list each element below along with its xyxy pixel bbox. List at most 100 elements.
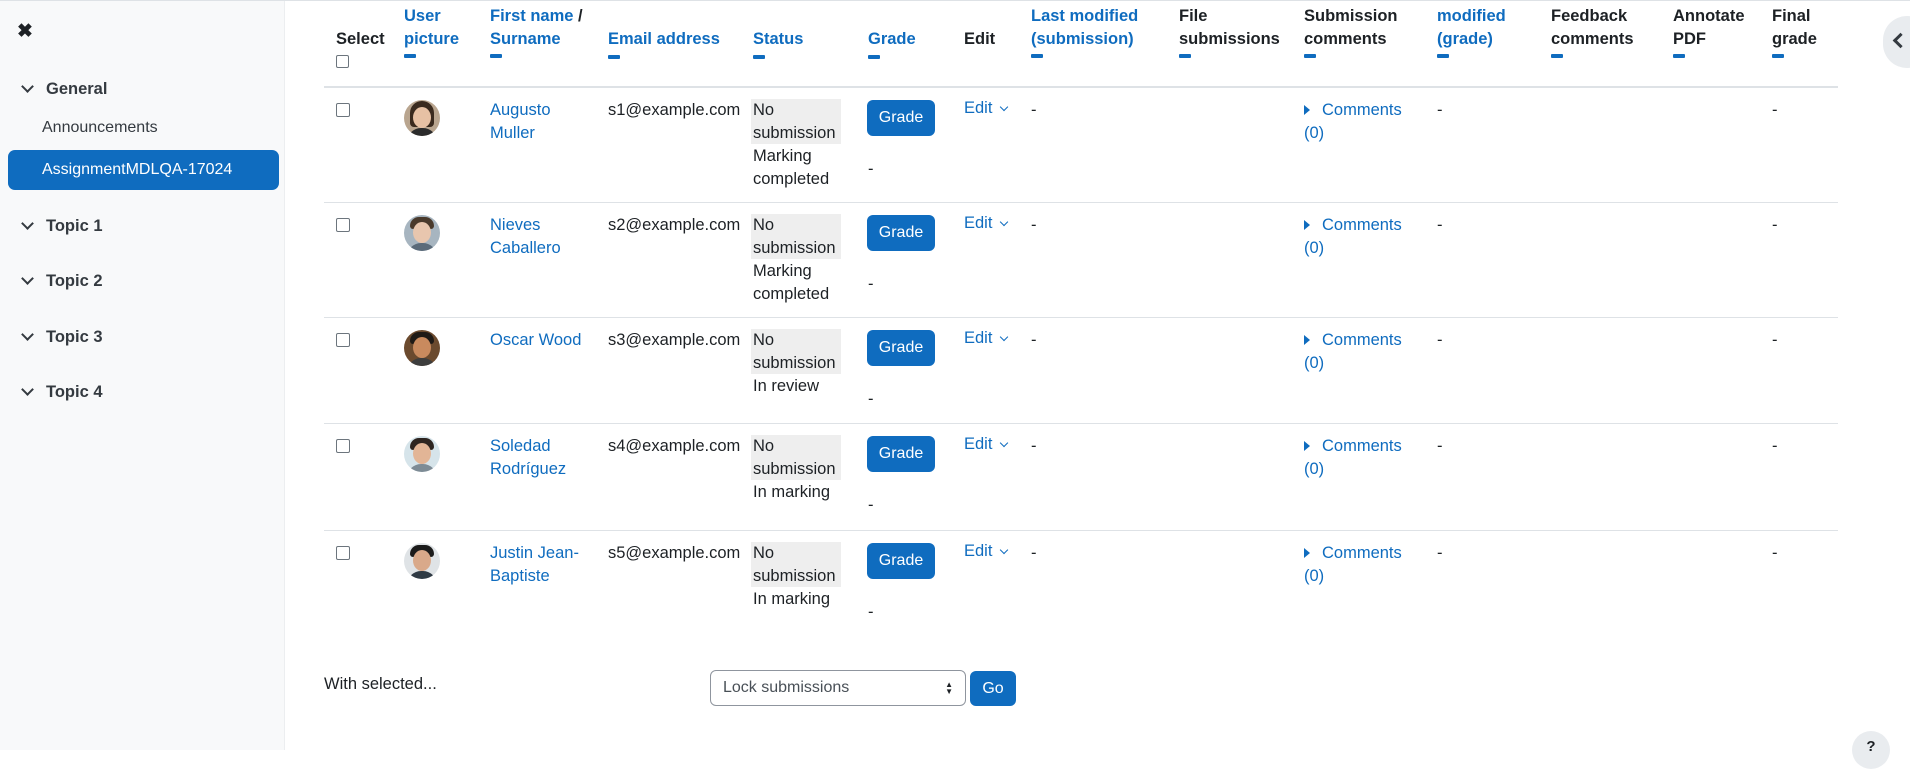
modified-grade-value: - [1437, 216, 1443, 234]
chevron-down-icon [1000, 438, 1009, 447]
row-select-checkbox[interactable] [336, 546, 350, 560]
edit-dropdown[interactable]: Edit [964, 542, 1009, 561]
header-name: First name / Surname [490, 5, 583, 58]
select-arrows-icon: ▲ ▼ [945, 680, 953, 696]
section-label: Topic 4 [46, 382, 103, 401]
section-topic-4[interactable]: Topic 4 [20, 380, 103, 404]
grade-button[interactable]: Grade [867, 543, 935, 579]
section-label: Topic 1 [46, 216, 103, 235]
submission-status-badge: No submission [751, 214, 841, 259]
section-label: Topic 2 [46, 271, 103, 290]
user-name-link[interactable]: Soledad Rodríguez [490, 435, 566, 480]
user-avatar[interactable] [404, 215, 440, 251]
header-email[interactable]: Email address [608, 28, 720, 59]
row-divider [324, 317, 1838, 318]
caret-right-icon [1304, 548, 1310, 558]
header-select: Select [336, 28, 385, 68]
final-grade-value: - [1772, 331, 1778, 349]
drawer-link-announcements[interactable]: Announcements [42, 119, 158, 137]
comments-toggle[interactable]: Comments (0) [1304, 542, 1402, 587]
help-button[interactable]: ? [1852, 731, 1890, 769]
sort-icon [608, 54, 620, 59]
final-grade-value: - [1772, 437, 1778, 455]
email-cell: s2@example.com [608, 216, 741, 234]
row-select-checkbox[interactable] [336, 103, 350, 117]
sort-surname-link[interactable]: Surname [490, 28, 583, 51]
user-avatar[interactable] [404, 436, 440, 472]
comments-toggle[interactable]: Comments (0) [1304, 435, 1402, 480]
modified-grade-value: - [1437, 544, 1443, 562]
sort-icon [1437, 54, 1449, 58]
row-select-checkbox[interactable] [336, 439, 350, 453]
header-modified-grade[interactable]: modified (grade) [1437, 5, 1506, 58]
chevron-down-icon [21, 80, 34, 93]
grade-value: - [868, 603, 874, 621]
course-index-drawer: ✖ General Announcements AssignmentMDLQA-… [0, 0, 285, 750]
header-annotate-pdf: Annotate PDF [1673, 5, 1745, 58]
section-general[interactable]: General [20, 77, 107, 101]
grade-value: - [868, 496, 874, 514]
select-all-checkbox[interactable] [336, 54, 349, 68]
grade-button[interactable]: Grade [867, 100, 935, 136]
sort-icon[interactable] [1179, 54, 1191, 58]
user-name-link[interactable]: Justin Jean- Baptiste [490, 542, 579, 587]
grading-status: In marking [753, 590, 831, 608]
edit-dropdown[interactable]: Edit [964, 435, 1009, 454]
sort-icon[interactable] [1673, 54, 1685, 58]
open-block-drawer-button[interactable] [1883, 16, 1910, 68]
last-modified-value: - [1031, 544, 1037, 562]
header-user-picture[interactable]: User picture [404, 5, 459, 58]
section-topic-3[interactable]: Topic 3 [20, 325, 103, 349]
grade-value: - [868, 160, 874, 178]
grade-button[interactable]: Grade [867, 215, 935, 251]
chevron-down-icon [1000, 332, 1009, 341]
chevron-down-icon [21, 383, 34, 396]
header-feedback-comments: Feedback comments [1551, 5, 1634, 58]
sort-icon[interactable] [1551, 54, 1563, 58]
submission-status-badge: No submission [751, 435, 841, 480]
user-avatar[interactable] [404, 100, 440, 136]
user-name-link[interactable]: Nieves Caballero [490, 214, 561, 259]
header-grade[interactable]: Grade [868, 28, 916, 59]
comments-toggle[interactable]: Comments (0) [1304, 214, 1402, 259]
drawer-link-assignment[interactable]: AssignmentMDLQA-17024 [8, 150, 279, 190]
modified-grade-value: - [1437, 101, 1443, 119]
section-topic-2[interactable]: Topic 2 [20, 269, 103, 293]
user-name-link[interactable]: Augusto Muller [490, 99, 551, 144]
close-drawer-icon[interactable]: ✖ [17, 20, 37, 44]
caret-right-icon [1304, 220, 1310, 230]
row-select-checkbox[interactable] [336, 333, 350, 347]
bulk-action-select[interactable]: Lock submissions ▲ ▼ [710, 670, 966, 706]
grade-button[interactable]: Grade [867, 330, 935, 366]
chevron-left-icon [1892, 32, 1909, 49]
comments-toggle[interactable]: Comments (0) [1304, 99, 1402, 144]
header-divider [324, 86, 1838, 88]
user-avatar[interactable] [404, 330, 440, 366]
comments-toggle[interactable]: Comments (0) [1304, 329, 1402, 374]
section-topic-1[interactable]: Topic 1 [20, 214, 103, 238]
last-modified-value: - [1031, 101, 1037, 119]
sort-icon [1031, 54, 1043, 58]
header-file-submissions: File submissions [1179, 5, 1280, 58]
submission-status-badge: No submission [751, 542, 841, 587]
email-cell: s3@example.com [608, 331, 741, 349]
grading-status: In marking [753, 483, 831, 501]
final-grade-value: - [1772, 544, 1778, 562]
sort-icon[interactable] [1772, 54, 1784, 58]
grade-button[interactable]: Grade [867, 436, 935, 472]
chevron-down-icon [1000, 217, 1009, 226]
sort-firstname-link[interactable]: First name [490, 7, 573, 25]
header-last-modified[interactable]: Last modified (submission) [1031, 5, 1138, 58]
final-grade-value: - [1772, 101, 1778, 119]
user-avatar[interactable] [404, 543, 440, 579]
user-name-link[interactable]: Oscar Wood [490, 329, 581, 352]
submission-status-badge: No submission [751, 99, 841, 144]
edit-dropdown[interactable]: Edit [964, 329, 1009, 348]
go-button[interactable]: Go [970, 671, 1016, 706]
edit-dropdown[interactable]: Edit [964, 214, 1009, 233]
sort-icon[interactable] [1304, 54, 1316, 58]
row-select-checkbox[interactable] [336, 218, 350, 232]
header-status[interactable]: Status [753, 28, 803, 59]
grading-status: Marking completed [753, 262, 830, 303]
edit-dropdown[interactable]: Edit [964, 99, 1009, 118]
